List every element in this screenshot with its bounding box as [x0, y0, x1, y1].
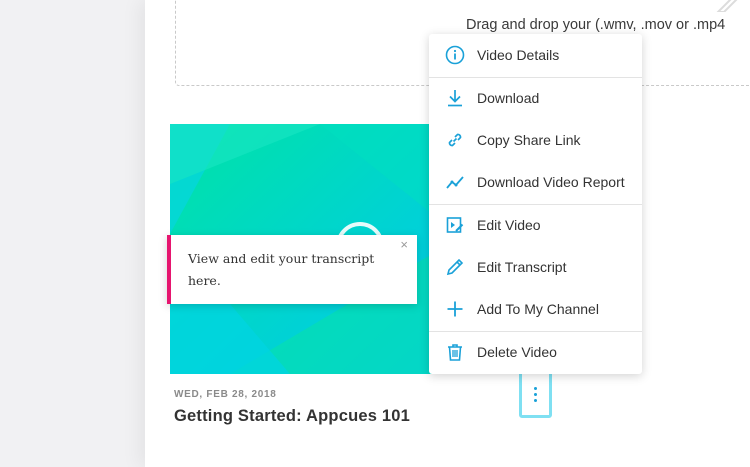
menu-item-label: Edit Video [477, 217, 541, 233]
edit-video-icon [444, 214, 466, 236]
menu-item-download-video-report[interactable]: Download Video Report [429, 161, 642, 203]
pencil-icon [444, 256, 466, 278]
dropzone-text: Drag and drop your (.wmv, .mov or .mp4 [466, 17, 726, 33]
close-icon[interactable]: × [400, 237, 408, 252]
video-options-menu: Video Details Download Copy Share Link D… [429, 34, 642, 374]
pencil-icon [716, 0, 738, 12]
menu-item-delete-video[interactable]: Delete Video [429, 331, 642, 373]
link-icon [444, 129, 466, 151]
info-icon [444, 44, 466, 66]
menu-item-video-details[interactable]: Video Details [429, 34, 642, 76]
menu-item-download[interactable]: Download [429, 77, 642, 119]
menu-item-edit-transcript[interactable]: Edit Transcript [429, 246, 642, 288]
chart-line-icon [444, 171, 466, 193]
kebab-icon [534, 386, 537, 402]
tooltip-text: View and edit your transcript here. [188, 251, 375, 288]
trash-icon [444, 341, 466, 363]
plus-icon [444, 298, 466, 320]
menu-item-label: Video Details [477, 47, 560, 63]
menu-item-copy-share-link[interactable]: Copy Share Link [429, 119, 642, 161]
menu-item-label: Copy Share Link [477, 132, 581, 148]
menu-item-label: Download [477, 90, 540, 106]
video-date: WED, FEB 28, 2018 [174, 389, 277, 400]
menu-item-label: Delete Video [477, 344, 557, 360]
download-icon [444, 87, 466, 109]
video-title[interactable]: Getting Started: Appcues 101 [174, 407, 410, 426]
menu-item-label: Add To My Channel [477, 301, 599, 317]
more-options-button[interactable] [519, 370, 552, 418]
onboarding-tooltip: View and edit your transcript here. × [167, 235, 417, 304]
menu-item-add-to-my-channel[interactable]: Add To My Channel [429, 288, 642, 330]
menu-item-label: Download Video Report [477, 174, 625, 190]
menu-item-edit-video[interactable]: Edit Video [429, 204, 642, 246]
menu-item-label: Edit Transcript [477, 259, 567, 275]
